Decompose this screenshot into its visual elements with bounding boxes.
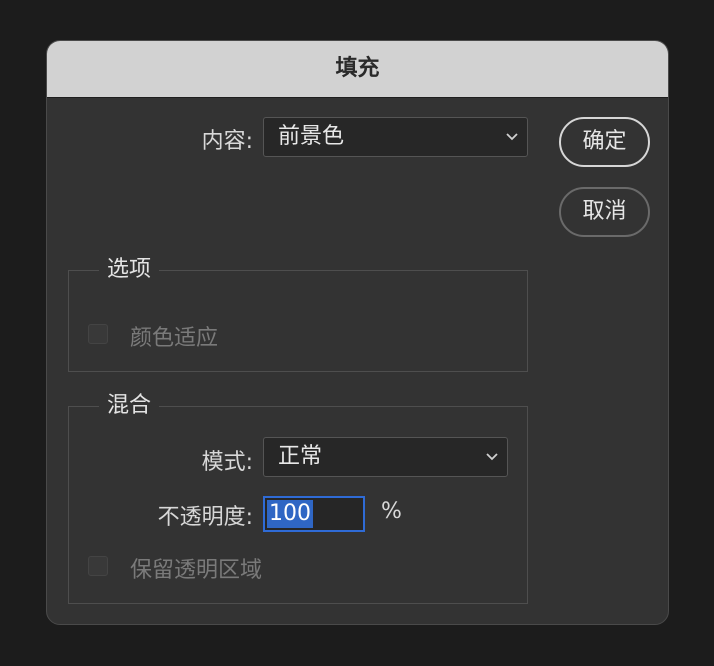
blend-group-title: 混合 [99,391,160,421]
preserve-transparency-checkbox[interactable] [88,556,108,576]
opacity-label: 不透明度: [157,505,253,530]
mode-label: 模式: [201,450,253,475]
chevron-down-icon [506,133,518,141]
dialog-title: 填充 [47,41,668,98]
opacity-unit: % [381,499,402,524]
ok-button[interactable]: 确定 [559,117,650,167]
cancel-button[interactable]: 取消 [559,187,650,237]
content-label: 内容: [201,129,253,154]
color-adapt-checkbox[interactable] [88,324,108,344]
preserve-transparency-label: 保留透明区域 [130,558,263,583]
mode-select-value: 正常 [278,444,323,469]
opacity-input-value: 100 [267,500,313,528]
fill-dialog: 填充 内容: 前景色 确定 取消 选项 颜色适应 混合 模式: 正常 不透明度:… [46,40,669,625]
options-group-title: 选项 [99,255,160,285]
mode-select[interactable]: 正常 [263,437,508,477]
color-adapt-label: 颜色适应 [130,326,219,351]
content-select[interactable]: 前景色 [263,117,528,157]
content-select-value: 前景色 [278,124,345,149]
chevron-down-icon [486,453,498,461]
opacity-input[interactable]: 100 [263,496,365,532]
